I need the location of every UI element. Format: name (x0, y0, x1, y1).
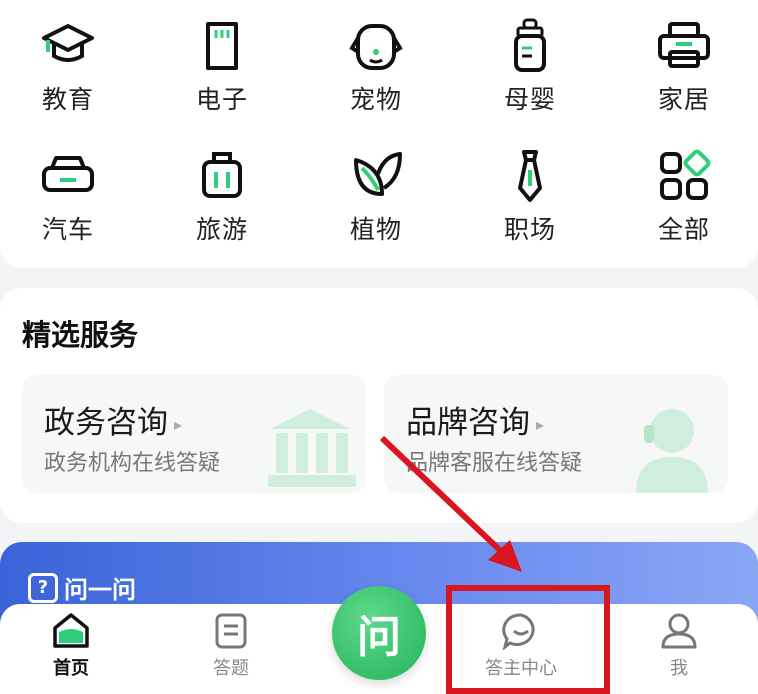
category-label: 旅游 (195, 215, 248, 244)
customer-service-icon (636, 409, 708, 493)
document-icon (215, 613, 247, 649)
category-plants[interactable]: 植物 (316, 148, 436, 246)
car-icon (42, 156, 94, 192)
home-icon (53, 613, 89, 648)
category-pets[interactable]: 宠物 (316, 18, 436, 116)
ask-logo: ? 问一问 (28, 570, 136, 605)
category-label: 职场 (503, 215, 556, 244)
category-label: 家居 (657, 85, 710, 114)
category-all[interactable]: 全部 (624, 148, 744, 246)
category-car[interactable]: 汽车 (8, 148, 128, 246)
tab-label: 首页 (53, 658, 89, 679)
pet-face-icon (349, 24, 403, 70)
category-baby[interactable]: 母婴 (470, 18, 590, 116)
user-icon (661, 613, 697, 649)
service-desc: 政务机构在线答疑 (44, 451, 221, 476)
tab-home[interactable]: 首页 (16, 612, 126, 680)
category-electronics[interactable]: 电子 (162, 18, 282, 116)
service-name: 品牌咨询 (406, 405, 530, 441)
category-label: 全部 (657, 215, 710, 244)
category-label: 植物 (349, 215, 402, 244)
government-building-icon (268, 409, 356, 487)
category-label: 汽车 (41, 215, 94, 244)
tab-label: 我 (670, 658, 688, 679)
chevron-right-icon: ▸ (174, 415, 183, 434)
luggage-icon (202, 152, 242, 198)
category-workplace[interactable]: 职场 (470, 148, 590, 246)
banner-text: 问一问 (64, 576, 136, 604)
section-title: 精选服务 (22, 318, 139, 352)
service-brand[interactable]: 品牌咨询 ▸ 品牌客服在线答疑 (384, 375, 728, 493)
chevron-right-icon: ▸ (536, 415, 545, 434)
red-highlight-box (446, 585, 610, 694)
sd-card-icon (206, 22, 238, 70)
leaf-icon (354, 152, 402, 196)
category-education[interactable]: 教育 (8, 18, 128, 116)
category-label: 教育 (41, 85, 94, 114)
service-name-wrap: 政务咨询 ▸ (44, 397, 182, 442)
service-desc: 品牌客服在线答疑 (406, 451, 583, 476)
tab-me[interactable]: 我 (624, 612, 734, 680)
grid-icon (660, 149, 711, 200)
service-name-wrap: 品牌咨询 ▸ (406, 397, 544, 442)
baby-bottle-icon (514, 18, 546, 72)
tie-icon (518, 150, 542, 202)
category-label: 宠物 (349, 85, 402, 114)
category-label: 电子 (195, 85, 248, 114)
service-name: 政务咨询 (44, 405, 168, 441)
category-travel[interactable]: 旅游 (162, 148, 282, 246)
service-government[interactable]: 政务咨询 ▸ 政务机构在线答疑 (22, 375, 366, 493)
tab-answer[interactable]: 答题 (176, 612, 286, 680)
printer-icon (658, 22, 710, 68)
category-label: 母婴 (503, 85, 556, 114)
category-home[interactable]: 家居 (624, 18, 744, 116)
tab-label: 答题 (213, 658, 249, 679)
ask-center-button[interactable]: 问 (332, 586, 426, 680)
question-icon: ? (28, 572, 58, 603)
graduation-cap-icon (42, 24, 94, 62)
